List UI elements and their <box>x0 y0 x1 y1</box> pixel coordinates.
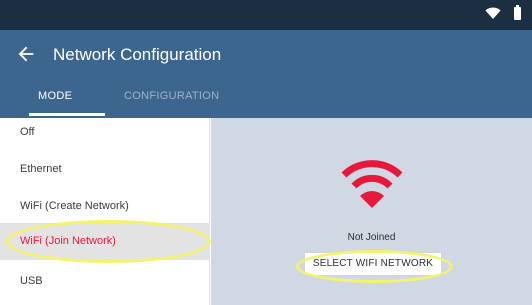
connection-status: Not Joined <box>347 232 396 243</box>
mode-item-ethernet[interactable]: Ethernet <box>0 151 210 188</box>
mode-item-usb[interactable]: USB <box>0 263 210 300</box>
page-title: Network Configuration <box>53 45 222 64</box>
status-bar <box>0 0 532 30</box>
select-wifi-network-button[interactable]: SELECT WIFI NETWORK <box>304 252 442 276</box>
app-bar: Network Configuration MODE CONFIGURATION <box>0 30 532 118</box>
wifi-icon <box>485 7 501 19</box>
back-arrow-icon[interactable] <box>15 43 37 65</box>
tab-mode[interactable]: MODE <box>38 90 72 102</box>
battery-icon <box>514 5 521 20</box>
wifi-signal-icon <box>341 160 403 208</box>
mode-item-wifi-join[interactable]: WiFi (Join Network) <box>0 223 210 260</box>
mode-list: Off Ethernet WiFi (Create Network) WiFi … <box>0 118 210 305</box>
mode-item-off[interactable]: Off <box>0 114 210 151</box>
main-panel: Not Joined SELECT WIFI NETWORK <box>211 118 532 305</box>
mode-item-wifi-create[interactable]: WiFi (Create Network) <box>0 188 210 225</box>
tab-configuration[interactable]: CONFIGURATION <box>124 90 219 102</box>
